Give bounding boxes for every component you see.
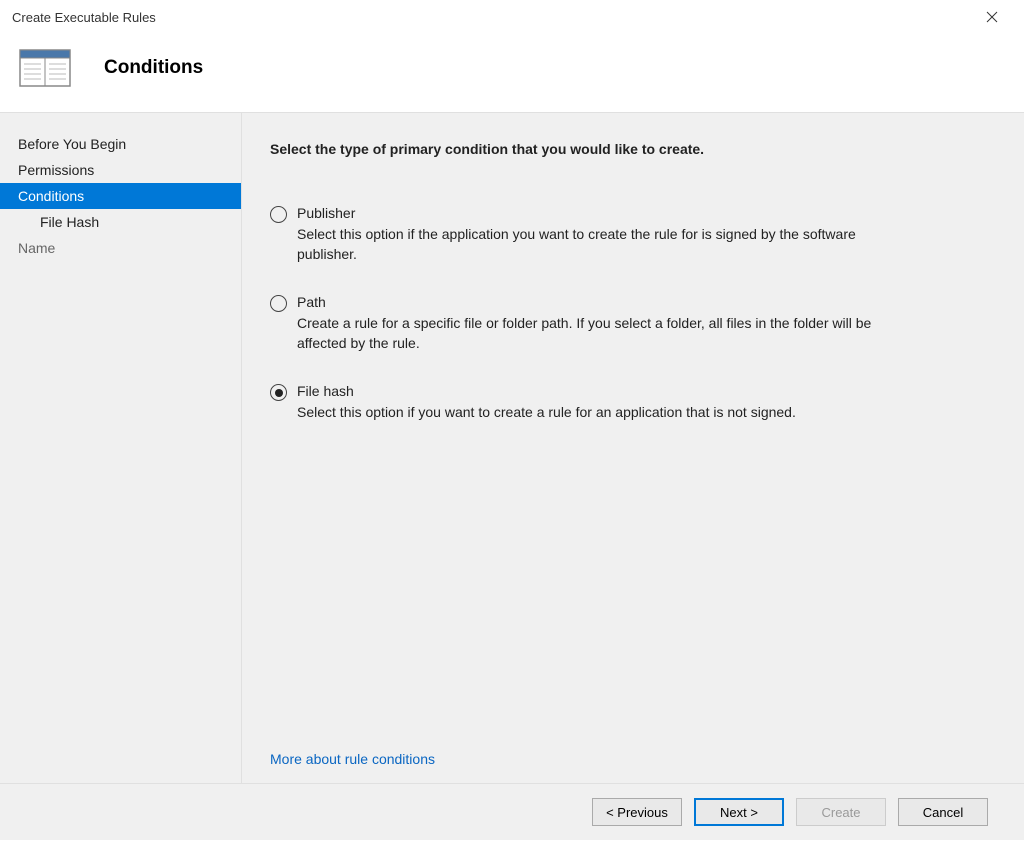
- previous-button[interactable]: < Previous: [592, 798, 682, 826]
- wizard-header: Conditions: [0, 34, 1024, 113]
- close-icon: [986, 11, 998, 23]
- create-button: Create: [796, 798, 886, 826]
- option-path-title: Path: [297, 294, 984, 310]
- prompt-text: Select the type of primary condition tha…: [270, 141, 984, 157]
- option-publisher-title: Publisher: [297, 205, 984, 221]
- sidebar-item-name[interactable]: Name: [0, 235, 241, 261]
- wizard-footer: < Previous Next > Create Cancel: [0, 783, 1024, 840]
- window-title: Create Executable Rules: [12, 10, 156, 25]
- titlebar: Create Executable Rules: [0, 0, 1024, 34]
- radio-publisher[interactable]: [270, 206, 287, 223]
- option-publisher[interactable]: Publisher Select this option if the appl…: [270, 205, 984, 264]
- sidebar-item-permissions[interactable]: Permissions: [0, 157, 241, 183]
- option-path[interactable]: Path Create a rule for a specific file o…: [270, 294, 984, 353]
- sidebar-item-before-you-begin[interactable]: Before You Begin: [0, 131, 241, 157]
- radio-path[interactable]: [270, 295, 287, 312]
- option-path-desc: Create a rule for a specific file or fol…: [297, 314, 877, 353]
- sidebar-item-conditions[interactable]: Conditions: [0, 183, 241, 209]
- more-about-link[interactable]: More about rule conditions: [270, 751, 984, 767]
- close-button[interactable]: [972, 2, 1012, 32]
- option-file-hash-desc: Select this option if you want to create…: [297, 403, 877, 423]
- next-button[interactable]: Next >: [694, 798, 784, 826]
- option-file-hash-title: File hash: [297, 383, 984, 399]
- page-title: Conditions: [104, 57, 203, 79]
- sidebar-item-file-hash[interactable]: File Hash: [0, 209, 241, 235]
- main-content: Select the type of primary condition tha…: [242, 113, 1024, 783]
- radio-file-hash[interactable]: [270, 384, 287, 401]
- wizard-icon: [16, 44, 76, 92]
- sidebar: Before You Begin Permissions Conditions …: [0, 113, 242, 783]
- option-publisher-desc: Select this option if the application yo…: [297, 225, 877, 264]
- cancel-button[interactable]: Cancel: [898, 798, 988, 826]
- wizard-body: Before You Begin Permissions Conditions …: [0, 113, 1024, 783]
- option-file-hash[interactable]: File hash Select this option if you want…: [270, 383, 984, 423]
